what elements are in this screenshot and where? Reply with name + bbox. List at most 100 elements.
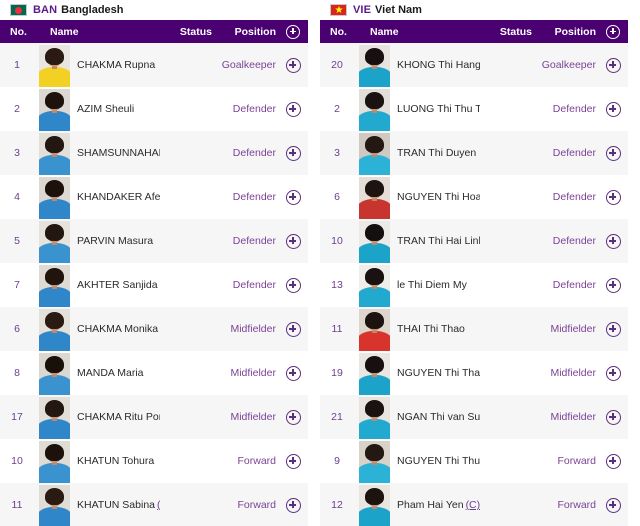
column-header-name: Name — [370, 25, 399, 38]
photo-kit — [358, 507, 390, 526]
player-name: SHAMSUNNAHAR — [77, 147, 160, 159]
player-number: 13 — [331, 279, 343, 291]
plus-circle-icon — [285, 57, 301, 73]
table-row[interactable]: 17 CHAKMA Ritu Porna Midfielder — [0, 395, 308, 439]
photo-kit — [38, 287, 70, 307]
add-player-button[interactable] — [278, 189, 308, 205]
player-name: AKHTER Sanjida — [77, 279, 158, 291]
add-player-button[interactable] — [598, 233, 628, 249]
player-photo-cell — [358, 307, 390, 351]
add-player-button[interactable] — [598, 189, 628, 205]
table-row[interactable]: 2 LUONG Thi Thu Thuong Defender — [320, 87, 628, 131]
player-photo-cell — [38, 87, 70, 131]
add-player-button[interactable] — [278, 409, 308, 425]
add-player-button[interactable] — [598, 453, 628, 469]
add-player-button[interactable] — [598, 145, 628, 161]
add-player-button[interactable] — [598, 277, 628, 293]
table-row[interactable]: 21 NGAN Thi van Su Midfielder — [320, 395, 628, 439]
add-player-button[interactable] — [278, 497, 308, 513]
add-all-players-button[interactable] — [598, 24, 628, 39]
table-row[interactable]: 11 KHATUN Sabina(C) Forward — [0, 483, 308, 526]
photo-kit — [38, 419, 70, 439]
add-player-button[interactable] — [278, 453, 308, 469]
plus-circle-icon — [286, 24, 300, 39]
column-header-status: Status — [179, 25, 212, 38]
player-photo — [38, 133, 70, 175]
add-all-players-button[interactable] — [278, 24, 308, 39]
player-photo — [38, 353, 70, 395]
table-row[interactable]: 3 SHAMSUNNAHAR Defender — [0, 131, 308, 175]
table-row[interactable]: 9 NGUYEN Thi Thuy Hang Forward — [320, 439, 628, 483]
player-photo — [38, 441, 70, 483]
table-row[interactable]: 5 PARVIN Masura Defender — [0, 219, 308, 263]
photo-kit — [38, 67, 70, 87]
player-photo-cell — [358, 43, 390, 87]
player-photo-cell — [358, 351, 390, 395]
plus-circle-icon — [605, 365, 621, 381]
add-player-button[interactable] — [278, 277, 308, 293]
photo-kit — [358, 155, 390, 175]
table-header-home: No. Name Status Position — [0, 20, 308, 43]
player-number: 21 — [331, 411, 343, 423]
team-code-away: VIE — [353, 4, 372, 16]
add-player-button[interactable] — [278, 101, 308, 117]
add-player-button[interactable] — [598, 409, 628, 425]
player-photo — [358, 221, 390, 263]
add-player-button[interactable] — [598, 497, 628, 513]
table-row[interactable]: 7 AKHTER Sanjida Defender — [0, 263, 308, 307]
player-name: CHAKMA Monika — [77, 323, 159, 335]
table-row[interactable]: 10 KHATUN Tohura Forward — [0, 439, 308, 483]
player-photo — [358, 177, 390, 219]
add-player-button[interactable] — [598, 57, 628, 73]
captain-badge: (C) — [465, 499, 480, 511]
photo-hair — [44, 48, 64, 65]
table-row[interactable]: 19 NGUYEN Thi Thanh Nha Midfielder — [320, 351, 628, 395]
table-row[interactable]: 6 CHAKMA Monika Midfielder — [0, 307, 308, 351]
plus-circle-icon — [285, 321, 301, 337]
table-row[interactable]: 20 KHONG Thi Hang Goalkeeper — [320, 43, 628, 87]
vietnam-flag-icon — [330, 4, 347, 16]
player-photo-cell — [38, 263, 70, 307]
add-player-button[interactable] — [598, 365, 628, 381]
photo-hair — [364, 224, 384, 241]
table-row[interactable]: 12 Pham Hai Yen (C) Forward — [320, 483, 628, 526]
table-row[interactable]: 13 le Thi Diem My Defender — [320, 263, 628, 307]
photo-kit — [358, 419, 390, 439]
add-player-button[interactable] — [278, 145, 308, 161]
table-row[interactable]: 6 NGUYEN Thi Hoa Defender — [320, 175, 628, 219]
player-name: CHAKMA Ritu Porna — [77, 411, 160, 423]
team-name-away: Viet Nam — [375, 4, 422, 16]
add-player-button[interactable] — [598, 321, 628, 337]
player-photo-cell — [358, 483, 390, 526]
player-photo — [38, 397, 70, 439]
star-shape — [334, 5, 343, 14]
player-photo — [358, 353, 390, 395]
player-position: Goalkeeper — [221, 59, 276, 71]
table-row[interactable]: 4 KHANDAKER Afeida Defender — [0, 175, 308, 219]
plus-circle-icon — [606, 24, 620, 39]
player-position: Defender — [552, 103, 596, 115]
table-row[interactable]: 2 AZIM Sheuli Defender — [0, 87, 308, 131]
table-row[interactable]: 1 CHAKMA Rupna Goalkeeper — [0, 43, 308, 87]
player-photo-cell — [358, 439, 390, 483]
table-row[interactable]: 11 THAI Thi Thao Midfielder — [320, 307, 628, 351]
player-name: PARVIN Masura — [77, 235, 154, 247]
add-player-button[interactable] — [598, 101, 628, 117]
player-name: NGUYEN Thi Thuy Hang — [397, 455, 480, 467]
player-position: Defender — [552, 191, 596, 203]
table-row[interactable]: 10 TRAN Thi Hai Linh Defender — [320, 219, 628, 263]
add-player-button[interactable] — [278, 365, 308, 381]
captain-badge: (C) — [157, 499, 160, 511]
add-player-button[interactable] — [278, 321, 308, 337]
player-number: 11 — [11, 499, 23, 511]
table-row[interactable]: 3 TRAN Thi Duyen Defender — [320, 131, 628, 175]
player-number: 19 — [331, 367, 343, 379]
photo-hair — [364, 356, 384, 373]
add-player-button[interactable] — [278, 57, 308, 73]
player-position: Defender — [552, 279, 596, 291]
player-name: TRAN Thi Duyen — [397, 147, 477, 159]
photo-kit — [358, 67, 390, 87]
table-row[interactable]: 8 MANDA Maria Midfielder — [0, 351, 308, 395]
add-player-button[interactable] — [278, 233, 308, 249]
photo-hair — [44, 444, 64, 461]
